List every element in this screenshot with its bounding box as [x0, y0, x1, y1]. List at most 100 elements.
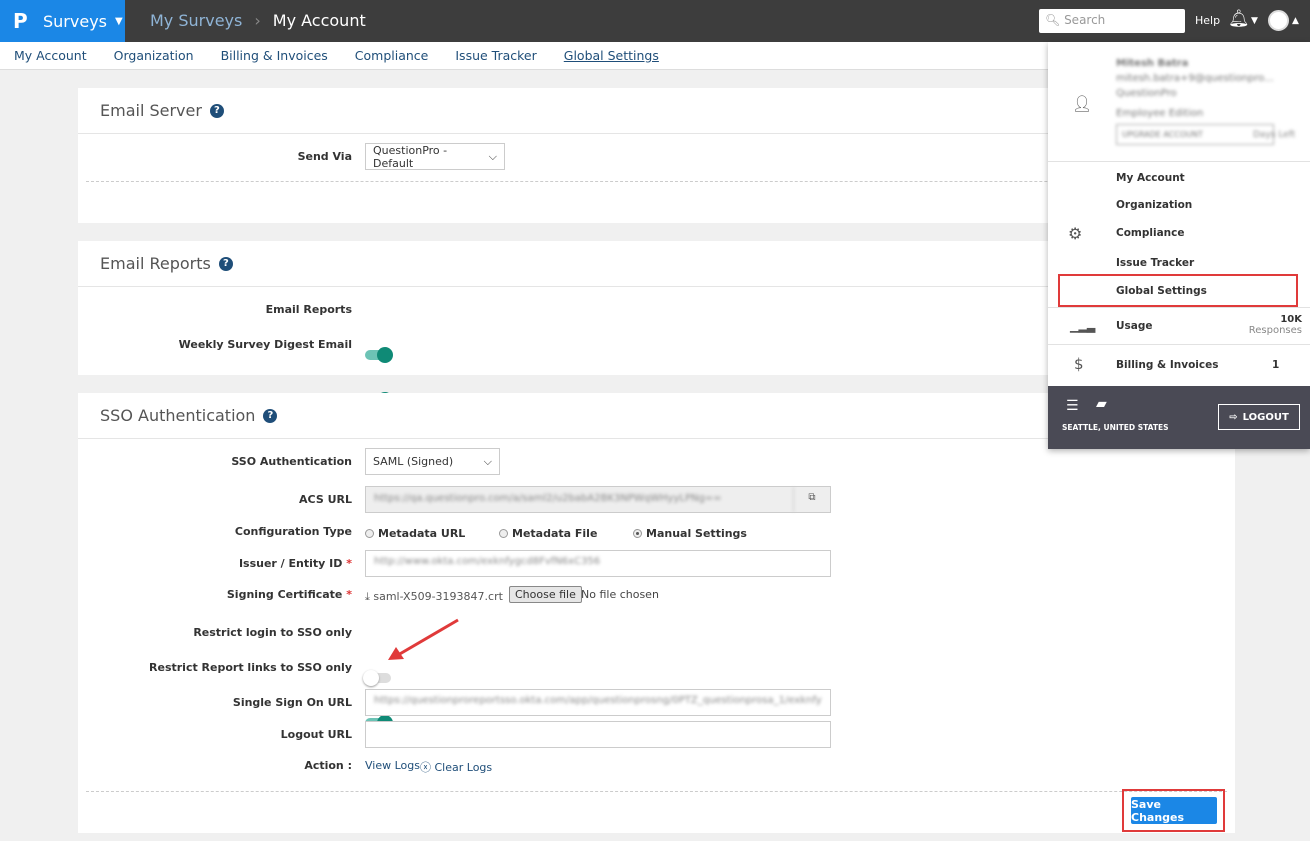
view-logs-link[interactable]: View Logs	[365, 759, 420, 772]
issuer-value: http://www.okta.com/exknfygcd8FvfN6xC356	[374, 556, 601, 567]
sso-url-value: https://questionproreportsso.okta.com/ap…	[374, 695, 822, 706]
no-file-text: No file chosen	[581, 588, 659, 601]
user-icon: 👤︎	[1072, 94, 1093, 113]
restrict-login-label: Restrict login to SSO only	[193, 626, 352, 639]
restrict-login-toggle[interactable]	[363, 670, 391, 686]
copy-icon[interactable]: ⧉	[794, 487, 830, 512]
logout-icon: ⇨	[1229, 411, 1238, 423]
signing-cert-label: Signing Certificate	[226, 588, 343, 601]
dollar-icon: $	[1074, 355, 1084, 373]
menu-my-account[interactable]: My Account	[1116, 172, 1185, 184]
caret-up-icon[interactable]: ▲	[1292, 16, 1299, 26]
caret-down-icon[interactable]: ▼	[1251, 16, 1258, 26]
logout-url-label: Logout URL	[280, 728, 352, 741]
subnav-compliance[interactable]: Compliance	[355, 48, 429, 63]
sso-auth-select[interactable]: SAML (Signed) ⌵	[365, 448, 500, 475]
help-icon[interactable]: ?	[209, 103, 224, 118]
acs-url-value: https://qa.questionpro.com/a/saml2/u2bab…	[366, 487, 794, 512]
subnav-organization[interactable]: Organization	[114, 48, 194, 63]
cert-filename: saml-X509-3193847.crt	[373, 590, 503, 603]
upgrade-button[interactable]: UPGRADE ACCOUNT	[1116, 124, 1274, 145]
user-email: mitesh.batra+9@questionpro...	[1116, 73, 1274, 84]
billing-count: 1	[1272, 359, 1280, 371]
chevron-down-icon: ⌵	[488, 149, 497, 163]
days-left: Days Left	[1253, 130, 1296, 140]
radio-metadata-file[interactable]: Metadata File	[499, 527, 597, 540]
cert-download-link[interactable]: ⤓ saml-X509-3193847.crt	[365, 590, 503, 604]
sso-auth-value: SAML (Signed)	[373, 455, 454, 468]
logout-url-input[interactable]	[365, 721, 831, 748]
search-icon: 🔍︎	[1045, 13, 1061, 27]
menu-issue-tracker[interactable]: Issue Tracker	[1116, 257, 1194, 269]
product-name: Surveys	[43, 11, 107, 31]
help-link[interactable]: Help	[1195, 14, 1220, 27]
user-name: Mitesh Batra	[1116, 58, 1189, 69]
top-bar: P Surveys ▼ My Surveys › My Account 🔍︎ S…	[0, 0, 1310, 42]
chevron-down-icon: ⌵	[483, 454, 492, 468]
download-icon: ⤓	[365, 590, 370, 603]
logout-button[interactable]: ⇨ LOGOUT	[1218, 404, 1300, 430]
user-org: QuestionPro	[1116, 88, 1177, 99]
usage-value: 10K Responses	[1249, 314, 1302, 336]
menu-billing[interactable]: Billing & Invoices	[1116, 359, 1219, 371]
bell-icon[interactable]: 🔔︎	[1228, 9, 1250, 29]
usage-count: 10K	[1280, 314, 1302, 325]
search-placeholder: Search	[1064, 13, 1106, 27]
send-via-select[interactable]: QuestionPro - Default ⌵	[365, 143, 505, 170]
weekly-digest-label: Weekly Survey Digest Email	[178, 338, 352, 351]
email-reports-label: Email Reports	[265, 303, 352, 316]
chevron-right-icon: ›	[254, 11, 261, 30]
clear-icon: ⓧ	[420, 761, 431, 774]
clear-logs-link[interactable]: ⓧ Clear Logs	[420, 759, 492, 775]
bar-chart-icon: ▁▂▃	[1070, 320, 1096, 333]
action-label: Action :	[304, 759, 352, 772]
questionpro-logo: P	[13, 9, 28, 33]
send-via-label: Send Via	[297, 150, 352, 163]
database-icon: ☰	[1066, 398, 1079, 414]
gears-icon: ⚙	[1068, 224, 1083, 243]
avatar[interactable]	[1268, 10, 1289, 31]
radio-metadata-url[interactable]: Metadata URL	[365, 527, 465, 540]
acs-url-label: ACS URL	[299, 493, 352, 506]
logout-label: LOGOUT	[1242, 411, 1289, 423]
sso-url-input[interactable]: https://questionproreportsso.okta.com/ap…	[365, 689, 831, 716]
radio-label: Metadata File	[512, 527, 598, 540]
clear-logs-label: Clear Logs	[434, 761, 493, 774]
account-dropdown-menu: 👤︎ Mitesh Batra mitesh.batra+9@questionp…	[1048, 42, 1310, 449]
radio-label: Manual Settings	[646, 527, 747, 540]
radio-manual-settings[interactable]: Manual Settings	[633, 527, 747, 540]
menu-usage[interactable]: Usage	[1116, 320, 1153, 332]
help-icon[interactable]: ?	[218, 256, 233, 271]
issuer-label: Issuer / Entity ID	[238, 557, 343, 570]
subnav-issue-tracker[interactable]: Issue Tracker	[455, 48, 536, 63]
breadcrumb: My Surveys › My Account	[150, 11, 366, 30]
subnav-billing[interactable]: Billing & Invoices	[221, 48, 328, 63]
breadcrumb-my-surveys[interactable]: My Surveys	[150, 11, 242, 30]
location: SEATTLE, UNITED STATES	[1062, 423, 1169, 432]
card-title: Email Server	[100, 101, 202, 120]
user-info: Mitesh Batra mitesh.batra+9@questionpro.…	[1116, 56, 1274, 145]
edition: Employee Edition	[1116, 108, 1204, 119]
email-reports-toggle[interactable]	[365, 347, 393, 363]
divider	[86, 791, 1227, 792]
usage-unit: Responses	[1248, 325, 1302, 336]
annotation-arrow	[388, 618, 459, 660]
search-input[interactable]: 🔍︎ Search	[1039, 9, 1185, 33]
help-icon[interactable]: ?	[263, 408, 278, 423]
product-switcher[interactable]: P Surveys ▼	[0, 0, 125, 42]
menu-footer: ☰ ▰ SEATTLE, UNITED STATES ⇨ LOGOUT	[1048, 386, 1310, 449]
restrict-report-label: Restrict Report links to SSO only	[149, 661, 352, 674]
radio-label: Metadata URL	[378, 527, 466, 540]
highlight-box	[1122, 789, 1225, 832]
card-title: SSO Authentication	[100, 406, 256, 425]
subnav-global-settings[interactable]: Global Settings	[564, 48, 659, 63]
acs-url-field[interactable]: https://qa.questionpro.com/a/saml2/u2bab…	[365, 486, 831, 513]
menu-compliance[interactable]: Compliance	[1116, 227, 1184, 239]
highlight-box	[1058, 274, 1298, 307]
choose-file-button[interactable]: Choose file	[509, 586, 582, 603]
breadcrumb-my-account: My Account	[272, 11, 366, 30]
subnav-my-account[interactable]: My Account	[14, 48, 87, 63]
issuer-input[interactable]: http://www.okta.com/exknfygcd8FvfN6xC356	[365, 550, 831, 577]
menu-organization[interactable]: Organization	[1116, 199, 1192, 211]
sso-auth-label: SSO Authentication	[231, 455, 352, 468]
